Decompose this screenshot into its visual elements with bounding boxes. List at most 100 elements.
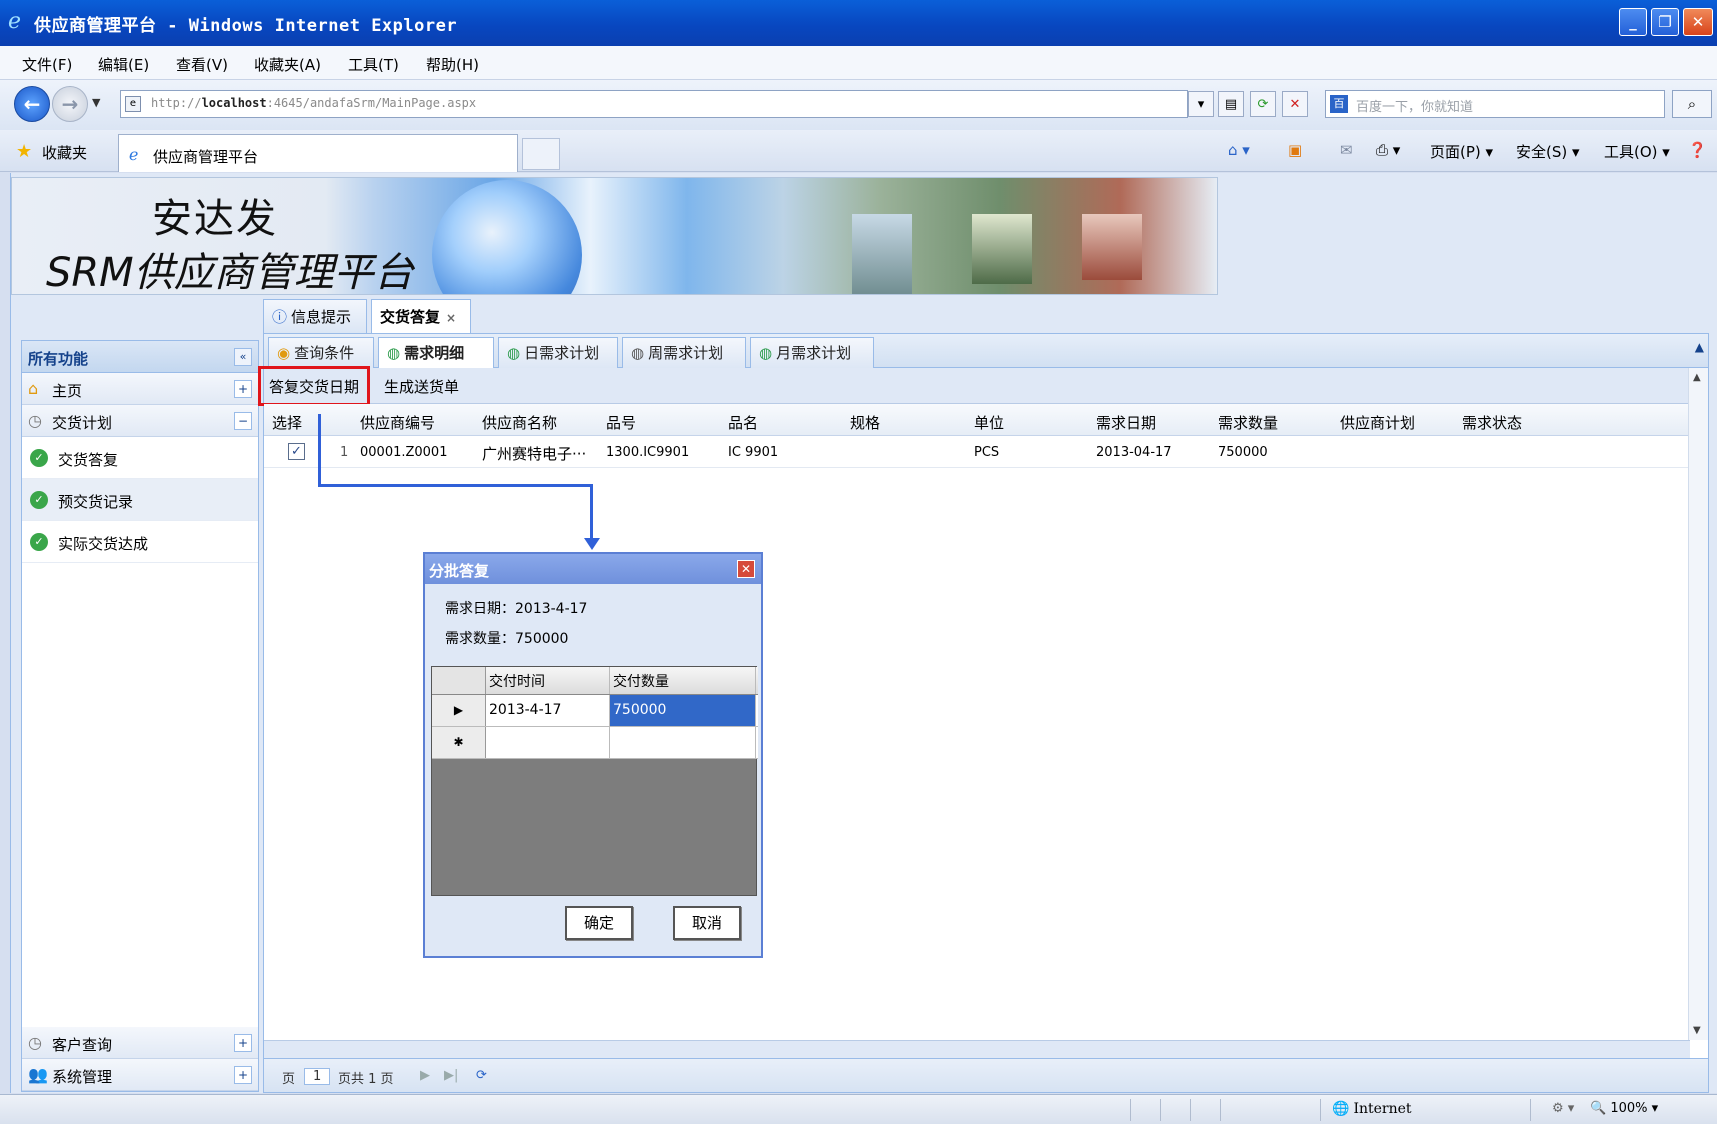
batch-time-cell[interactable] [486,727,610,758]
sidebar-collapse-button[interactable]: « [234,348,252,366]
col-header[interactable]: 品名 [728,412,758,433]
tab-delivery-reply[interactable]: 交货答复 × [371,299,471,333]
protected-mode-icon[interactable]: ⚙ ▾ [1552,1101,1574,1116]
dialog-title: 分批答复 [429,562,490,580]
mail-icon[interactable]: ✉ [1340,141,1353,159]
security-zone[interactable]: 🌐 Internet [1332,1101,1412,1117]
sidebar-item-delivery-reply[interactable]: ✓ 交货答复 [22,437,258,479]
batch-grid-header: 交付时间 交付数量 [432,667,758,695]
col-header[interactable]: 供应商名称 [482,412,557,433]
page-menu[interactable]: 页面(P) ▾ [1430,141,1493,162]
last-page-icon[interactable]: ▶| [444,1068,458,1083]
refresh-icon[interactable]: ⟳ [1250,91,1276,117]
back-button[interactable]: ← [14,86,50,122]
tab-info[interactable]: ⓘ 信息提示 [263,299,367,333]
close-button[interactable]: ✕ [1683,8,1713,36]
url-text: http://localhost:4645/andafaSrm/MainPage… [151,96,477,110]
col-header[interactable]: 规格 [850,412,880,433]
favorites-button[interactable]: 收藏夹 [42,142,87,163]
col-header[interactable]: 交付数量 [610,667,756,694]
address-dropdown-icon[interactable]: ▾ [1188,91,1214,117]
generate-delivery-note-button[interactable]: 生成送货单 [378,372,465,400]
table-icon: ◍ [631,344,645,362]
expand-button[interactable]: + [234,1034,252,1052]
pager-page-input[interactable]: 1 [304,1068,331,1085]
collapse-button[interactable]: − [234,412,252,430]
col-header[interactable]: 供应商计划 [1340,412,1415,433]
new-tab-button[interactable] [522,138,560,170]
menu-help[interactable]: 帮助(H) [426,54,479,75]
col-header[interactable]: 单位 [974,412,1004,433]
scroll-up-icon[interactable]: ▲ [1693,372,1701,383]
tools-menu[interactable]: 工具(O) ▾ [1604,141,1670,162]
sidebar-section-system[interactable]: 👥 系统管理 + [22,1059,258,1091]
browser-tab[interactable]: ℯ 供应商管理平台 [118,134,518,172]
help-menu-icon[interactable]: ❓ [1688,141,1707,159]
sidebar-section-home[interactable]: ⌂ 主页 + [22,373,258,405]
refresh-icon[interactable]: ⟳ [476,1068,487,1083]
cancel-button[interactable]: 取消 [673,906,741,940]
reply-delivery-date-button[interactable]: 答复交货日期 [258,366,371,406]
new-batch-row[interactable]: ✱ [432,727,758,759]
batch-time-cell[interactable]: 2013-4-17 [486,695,610,726]
menu-file[interactable]: 文件(F) [22,54,72,75]
compat-view-icon[interactable]: ▤ [1218,91,1244,117]
status-divider [1190,1099,1191,1121]
next-page-icon[interactable]: ▶ [420,1068,430,1083]
expand-button[interactable]: + [234,380,252,398]
row-checkbox[interactable]: ✓ [288,443,305,460]
forward-button[interactable]: → [52,86,88,122]
safety-menu[interactable]: 安全(S) ▾ [1516,141,1580,162]
tab-weekly-plan[interactable]: ◍ 周需求计划 [622,337,746,368]
sidebar-item-pre-delivery[interactable]: ✓ 预交货记录 [22,479,258,521]
search-input[interactable]: 百 百度一下，你就知道 [1325,90,1665,118]
menu-view[interactable]: 查看(V) [176,54,228,75]
col-header[interactable]: 供应商编号 [360,412,435,433]
dialog-close-button[interactable]: ✕ [737,560,755,578]
search-button[interactable]: ⌕ [1672,90,1712,118]
tab-daily-plan[interactable]: ◍ 日需求计划 [498,337,618,368]
minimize-button[interactable]: _ [1619,8,1647,36]
tab-query[interactable]: ◉ 查询条件 [268,337,374,368]
status-bar: 🌐 Internet ⚙ ▾ 🔍 100% ▾ [0,1094,1717,1124]
tab-monthly-plan[interactable]: ◍ 月需求计划 [750,337,874,368]
print-icon[interactable]: ⎙ ▾ [1376,141,1400,159]
home-icon[interactable]: ⌂ ▾ [1228,141,1250,159]
batch-qty-cell[interactable] [610,727,756,758]
col-header[interactable]: 交付时间 [486,667,610,694]
tab-demand-detail[interactable]: ◍ 需求明细 [378,337,494,368]
col-header[interactable]: 品号 [606,412,636,433]
horizontal-scrollbar[interactable] [264,1040,1690,1058]
chevron-up-icon[interactable]: ▲ [1695,340,1704,354]
zoom-level[interactable]: 🔍 100% ▾ [1590,1101,1658,1116]
grid-header: 选择 供应商编号 供应商名称 品号 品名 规格 单位 需求日期 需求数量 供应商… [264,404,1708,436]
col-header[interactable]: 需求数量 [1218,412,1278,433]
col-header[interactable]: 需求日期 [1096,412,1156,433]
sidebar-section-customer[interactable]: ◷ 客户查询 + [22,1027,258,1059]
scroll-down-icon[interactable]: ▼ [1693,1025,1701,1036]
sidebar-section-delivery-plan[interactable]: ◷ 交货计划 − [22,405,258,437]
table-row[interactable]: ✓ 1 00001.Z0001 广州赛特电子··· 1300.IC9901 IC… [264,436,1708,468]
row-header-corner [432,667,486,694]
expand-button[interactable]: + [234,1066,252,1084]
col-header[interactable]: 需求状态 [1462,412,1522,433]
batch-qty-cell[interactable]: 750000 [610,695,756,726]
tab-close-icon[interactable]: × [446,311,456,325]
history-dropdown-icon[interactable]: ▼ [92,96,100,109]
batch-row[interactable]: ▶ 2013-4-17 750000 [432,695,758,727]
maximize-button[interactable]: ❐ [1651,8,1679,36]
menu-edit[interactable]: 编辑(E) [98,54,149,75]
address-input[interactable]: e http://localhost:4645/andafaSrm/MainPa… [120,90,1188,118]
col-header[interactable]: 选择 [272,412,302,433]
sidebar-item-actual-delivery[interactable]: ✓ 实际交货达成 [22,521,258,563]
feeds-icon[interactable]: ▣ [1288,141,1302,159]
ok-button[interactable]: 确定 [565,906,633,940]
req-date-value: 2013-4-17 [515,601,588,617]
row-number: 1 [340,445,349,460]
menu-favorites[interactable]: 收藏夹(A) [254,54,321,75]
baidu-icon: 百 [1330,95,1348,113]
menu-tools[interactable]: 工具(T) [348,54,399,75]
stop-icon[interactable]: ✕ [1282,91,1308,117]
vertical-scrollbar[interactable]: ▲ ▼ [1688,368,1708,1040]
sidebar-header: 所有功能 « [22,341,258,373]
